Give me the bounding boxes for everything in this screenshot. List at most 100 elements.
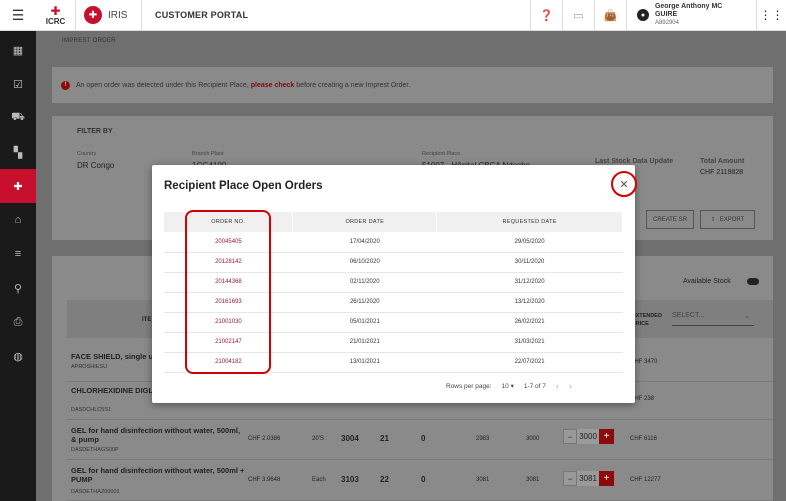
item-column-header: ITE (142, 317, 152, 323)
extended-price: CHF 6116 (630, 436, 657, 442)
requested-date: 22/07/2021 (436, 352, 623, 373)
item-code: DASDETHAGS00P (71, 447, 119, 453)
open-orders-modal: Recipient Place Open Orders ✕ ORDER NO. … (152, 165, 637, 403)
table-row: GEL for hand disinfection without water,… (67, 460, 773, 501)
truck-icon[interactable]: ⛟ (0, 101, 36, 135)
requested-date: 26/02/2021 (436, 312, 623, 333)
store-icon[interactable]: ⌂ (0, 203, 36, 237)
iris-logo[interactable]: ✚ IRIS (76, 0, 142, 31)
available-qty: 3081 (476, 477, 490, 483)
user-menu[interactable]: ● George Anthony MC GUIRE A892904 (626, 0, 756, 31)
order-date-header[interactable]: ORDER DATE (292, 212, 438, 232)
total-amount-label: Total Amount (700, 158, 745, 165)
user-id: A892904 (654, 20, 679, 26)
select-dropdown[interactable]: SELECT... ⌄ (672, 312, 754, 326)
widgets-icon[interactable]: ▚ (0, 135, 36, 169)
chat-icon[interactable]: ▭ (562, 0, 594, 31)
suggested-qty: 3081 (526, 477, 540, 483)
order-date: 05/01/2021 (292, 312, 437, 333)
extended-price-header: EXTENDED PRICE (632, 313, 662, 327)
pending-qty: 0 (421, 434, 426, 443)
quantity-stepper[interactable]: − 3081 + (563, 471, 614, 486)
select-placeholder: SELECT... (672, 312, 705, 319)
quantity-input[interactable]: 3081 (577, 471, 599, 486)
alert-icon: ! (61, 80, 70, 90)
portal-title: CUSTOMER PORTAL (155, 10, 249, 20)
order-date: 21/01/2021 (292, 332, 437, 353)
export-icon: ⇪ (710, 217, 716, 223)
globe-icon[interactable]: ◍ (0, 339, 36, 373)
close-icon[interactable]: ✕ (611, 171, 637, 197)
order-date: 17/04/2020 (292, 232, 437, 253)
pending-qty: 0 (421, 475, 426, 484)
caret-down-icon: ▾ (510, 383, 514, 390)
user-name: George Anthony MC GUIRE (654, 3, 723, 18)
extended-price: CHF 12277 (630, 477, 661, 483)
order-date: 06/10/2020 (292, 252, 437, 273)
filter-label: FILTER BY (77, 128, 113, 135)
open-order-alert: ! An open order was detected under this … (52, 67, 773, 103)
country-select[interactable]: DR Congo (77, 161, 114, 170)
order-no-highlight (185, 210, 271, 374)
alert-check-link[interactable]: please check (251, 82, 295, 89)
stock-qty: 3004 (341, 434, 359, 443)
medical-box-icon[interactable]: ✚ (0, 169, 36, 203)
decrease-button[interactable]: − (563, 471, 577, 486)
item-code: DASDCHLC5S1 (71, 407, 112, 413)
user-avatar-icon: ● (637, 9, 649, 21)
unit-price: CHF 3.9648 (248, 477, 281, 483)
apps-grid-icon[interactable]: ⋮⋮ (756, 0, 786, 31)
increase-button[interactable]: + (599, 429, 614, 444)
export-button[interactable]: ⇪ EXPORT (700, 210, 755, 229)
available-stock-toggle[interactable] (747, 278, 759, 285)
rows-per-page-select[interactable]: 10 ▾ (502, 382, 514, 390)
chevron-down-icon: ⌄ (744, 313, 750, 320)
increase-button[interactable]: + (599, 471, 614, 486)
menu-icon[interactable]: ☰ (0, 0, 36, 31)
page-range: 1-7 of 7 (523, 382, 546, 390)
item-code: DASDETHAZ00001 (71, 489, 120, 495)
icrc-logo: ✚ ICRC (36, 0, 76, 31)
next-page-icon[interactable]: › (569, 381, 572, 391)
order-date: 26/11/2020 (292, 292, 437, 313)
create-sr-button[interactable]: CREATE SR (646, 210, 694, 229)
order-date: 13/01/2021 (292, 352, 437, 373)
branch-plant-label: Branch Plant (192, 151, 224, 157)
export-label: EXPORT (719, 216, 745, 223)
checklist-icon[interactable]: ☑ (0, 67, 36, 101)
dashboard-icon[interactable]: ▦ (0, 33, 36, 67)
shopping-bag-icon[interactable]: 👜 (594, 0, 626, 31)
quantity-stepper[interactable]: − 3000 + (563, 429, 614, 444)
red-cross-icon: ✚ (50, 3, 61, 18)
item-code: APROSHIESU (71, 364, 108, 370)
order-date: 02/11/2020 (292, 272, 437, 293)
previous-page-icon[interactable]: ‹ (556, 381, 559, 391)
print-icon[interactable]: ⎙ (0, 305, 36, 339)
requested-date: 29/05/2020 (436, 232, 623, 253)
iris-mark-icon: ✚ (84, 6, 102, 24)
search-icon[interactable]: ⚲ (0, 271, 36, 305)
last-stock-label: Last Stock Data Update (595, 158, 674, 165)
requested-date: 30/11/2020 (436, 252, 623, 273)
decrease-button[interactable]: − (563, 429, 577, 444)
consumption-qty: 21 (380, 434, 389, 443)
pagination: Rows per page: 10 ▾ 1-7 of 7 ‹ › (446, 381, 572, 391)
iris-logo-text: IRIS (108, 9, 128, 21)
item-name: GEL for hand disinfection without water,… (71, 466, 245, 484)
item-name: GEL for hand disinfection without water,… (71, 426, 241, 444)
quantity-input[interactable]: 3000 (577, 429, 599, 444)
total-amount-value: CHF 2119828 (700, 169, 744, 176)
help-icon[interactable]: ❓ (530, 0, 562, 31)
table-row: GEL for hand disinfection without water,… (67, 420, 773, 460)
modal-title: Recipient Place Open Orders (164, 180, 323, 192)
icrc-logo-text: ICRC (45, 16, 66, 26)
requested-date-header[interactable]: REQUESTED DATE (436, 212, 623, 232)
sidebar: ▦ ☑ ⛟ ▚ ✚ ⌂ ≡ ⚲ ⎙ ◍ (0, 31, 36, 501)
available-stock-label: Available Stock (683, 278, 731, 285)
stock-qty: 3103 (341, 475, 359, 484)
alert-text-after: before creating a new Imprest Order. (296, 81, 411, 89)
breadcrumb: IMPREST ORDER (62, 38, 116, 44)
unit-of-measure: 20'S (312, 436, 324, 442)
list-icon[interactable]: ≡ (0, 237, 36, 271)
available-qty: 2983 (476, 436, 490, 442)
